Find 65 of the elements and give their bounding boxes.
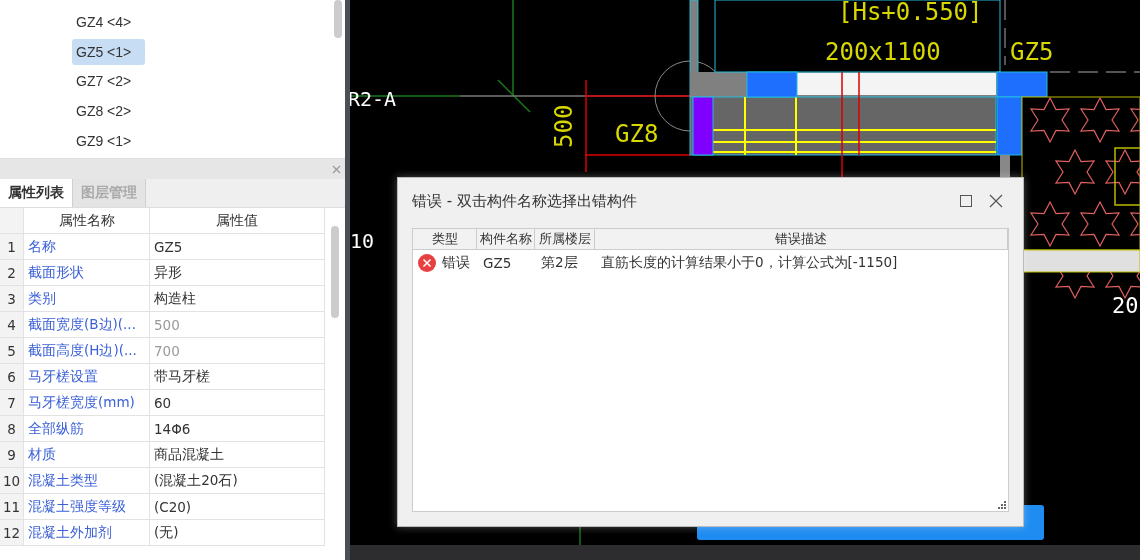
property-name: 混凝土外加剂	[24, 520, 150, 546]
property-value[interactable]: (无)	[150, 520, 325, 546]
property-value[interactable]: 14Φ6	[150, 416, 325, 442]
row-number: 6	[0, 364, 24, 390]
property-value[interactable]: 商品混凝土	[150, 442, 325, 468]
property-value[interactable]: GZ5	[150, 234, 325, 260]
resize-grip-icon[interactable]	[998, 501, 1006, 509]
property-name: 混凝土类型	[24, 468, 150, 494]
column-header: 属性值	[150, 208, 325, 234]
property-name: 全部纵筋	[24, 416, 150, 442]
column-header: 构件名称	[477, 229, 535, 249]
column-header: 错误描述	[595, 229, 1008, 249]
row-number: 3	[0, 286, 24, 312]
component-name[interactable]: GZ5	[477, 255, 535, 271]
drawing-label: 500	[550, 104, 578, 148]
component-list-item[interactable]: GZ8 <2>	[72, 98, 146, 125]
panel-tab[interactable]: 属性列表	[0, 179, 73, 207]
row-number: 8	[0, 416, 24, 442]
property-name: 材质	[24, 442, 150, 468]
scrollbar-thumb[interactable]	[331, 226, 339, 318]
component-list-item[interactable]: GZ9 <1>	[72, 128, 146, 154]
property-value[interactable]: (混凝土20石)	[150, 468, 325, 494]
column-header: 类型	[413, 229, 477, 249]
drawing-label: 200x1100	[825, 38, 941, 66]
drawing-label: GZ8	[615, 120, 659, 148]
column-header: 所属楼层	[535, 229, 595, 249]
property-value[interactable]: 构造柱	[150, 286, 325, 312]
row-number: 2	[0, 260, 24, 286]
property-value[interactable]: (C20)	[150, 494, 325, 520]
drawing-label: GZ5	[1010, 38, 1054, 66]
close-icon	[989, 194, 1003, 208]
row-number: 11	[0, 494, 24, 520]
row-number: 12	[0, 520, 24, 546]
property-name: 名称	[24, 234, 150, 260]
row-number: 10	[0, 468, 24, 494]
maximize-icon	[960, 195, 972, 207]
drawing-label: 10	[350, 229, 375, 253]
drawing-label: R2-A	[350, 87, 397, 111]
property-value[interactable]: 60	[150, 390, 325, 416]
row-number: 4	[0, 312, 24, 338]
component-list-item[interactable]: GZ7 <2>	[72, 68, 146, 95]
row-number: 1	[0, 234, 24, 260]
row-number: 5	[0, 338, 24, 364]
property-name: 类别	[24, 286, 150, 312]
component-list-item[interactable]: GZ5 <1>	[72, 38, 146, 65]
drawing-label: 20	[1112, 293, 1139, 318]
property-name: 截面高度(H边)(...	[24, 338, 150, 364]
property-name: 马牙槎宽度(mm)	[24, 390, 150, 416]
error-icon	[418, 254, 436, 272]
row-number: 7	[0, 390, 24, 416]
scrollbar-thumb[interactable]	[334, 0, 342, 38]
row-number: 9	[0, 442, 24, 468]
column-header: 属性名称	[24, 208, 150, 234]
error-type: 错误	[442, 254, 470, 272]
error-description: 直筋长度的计算结果小于0，计算公式为[-1150]	[600, 254, 899, 272]
component-list-item[interactable]: GZ4 <4>	[72, 9, 146, 35]
floor-name: 第2层	[540, 254, 579, 272]
property-name: 马牙槎设置	[24, 364, 150, 390]
property-value[interactable]: 异形	[150, 260, 325, 286]
drawing-label: [Hs+0.550]	[838, 0, 983, 26]
property-value[interactable]: 带马牙槎	[150, 364, 325, 390]
property-name: 截面形状	[24, 260, 150, 286]
property-name: 截面宽度(B边)(...	[24, 312, 150, 338]
dialog-title: 错误 - 双击构件名称选择出错构件	[412, 191, 638, 211]
property-name: 混凝土强度等级	[24, 494, 150, 520]
